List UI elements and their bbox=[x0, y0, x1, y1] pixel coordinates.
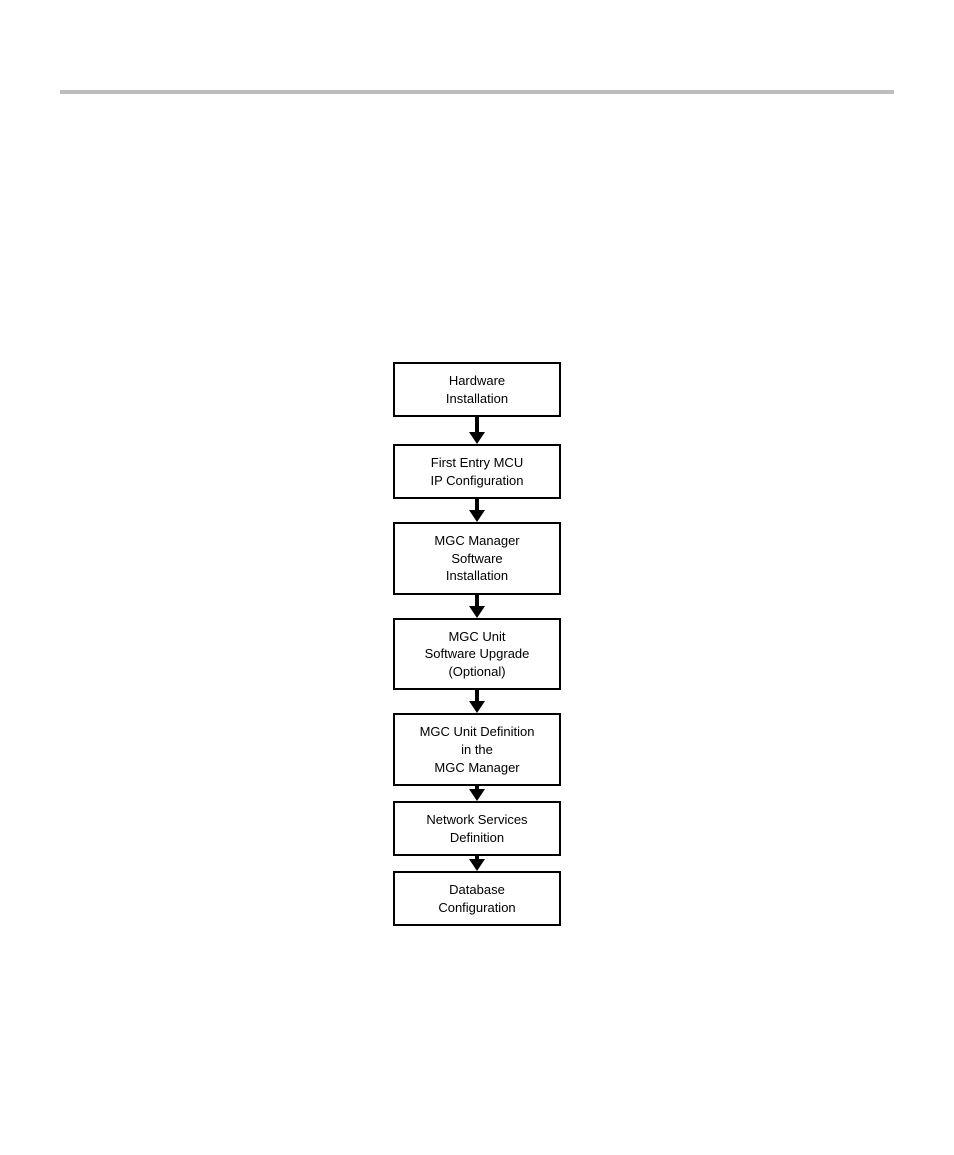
box-line: in the bbox=[401, 741, 553, 759]
box-line: IP Configuration bbox=[401, 472, 553, 490]
box-line: MGC Manager bbox=[401, 759, 553, 777]
box-line: Definition bbox=[401, 829, 553, 847]
flow-box-mgc-unit-software-upgrade: MGC Unit Software Upgrade (Optional) bbox=[393, 618, 561, 691]
flow-arrow bbox=[469, 595, 485, 618]
flow-arrow bbox=[469, 856, 485, 871]
box-line: (Optional) bbox=[401, 663, 553, 681]
flow-box-database-configuration: Database Configuration bbox=[393, 871, 561, 926]
box-line: Configuration bbox=[401, 899, 553, 917]
box-line: MGC Unit bbox=[401, 628, 553, 646]
flow-box-mgc-unit-definition: MGC Unit Definition in the MGC Manager bbox=[393, 713, 561, 786]
box-line: MGC Manager bbox=[401, 532, 553, 550]
flow-arrow bbox=[469, 786, 485, 801]
box-line: MGC Unit Definition bbox=[401, 723, 553, 741]
arrow-shaft bbox=[475, 417, 479, 433]
box-line: Installation bbox=[401, 567, 553, 585]
flow-arrow bbox=[469, 417, 485, 444]
box-line: Network Services bbox=[401, 811, 553, 829]
box-line: Database bbox=[401, 881, 553, 899]
page: Hardware Installation First Entry MCU IP… bbox=[0, 0, 954, 1155]
arrow-down-icon bbox=[469, 859, 485, 871]
flow-arrow bbox=[469, 690, 485, 713]
flow-arrow bbox=[469, 499, 485, 522]
arrow-down-icon bbox=[469, 606, 485, 618]
box-line: Installation bbox=[401, 390, 553, 408]
flowchart: Hardware Installation First Entry MCU IP… bbox=[393, 362, 561, 926]
box-line: Software bbox=[401, 550, 553, 568]
arrow-down-icon bbox=[469, 701, 485, 713]
flow-box-hardware-installation: Hardware Installation bbox=[393, 362, 561, 417]
flow-box-mgc-manager-software-install: MGC Manager Software Installation bbox=[393, 522, 561, 595]
arrow-down-icon bbox=[469, 789, 485, 801]
flow-box-network-services-definition: Network Services Definition bbox=[393, 801, 561, 856]
box-line: First Entry MCU bbox=[401, 454, 553, 472]
arrow-down-icon bbox=[469, 510, 485, 522]
header-divider bbox=[60, 90, 894, 94]
box-line: Software Upgrade bbox=[401, 645, 553, 663]
arrow-down-icon bbox=[469, 432, 485, 444]
box-line: Hardware bbox=[401, 372, 553, 390]
flow-box-first-entry-mcu-ip-config: First Entry MCU IP Configuration bbox=[393, 444, 561, 499]
